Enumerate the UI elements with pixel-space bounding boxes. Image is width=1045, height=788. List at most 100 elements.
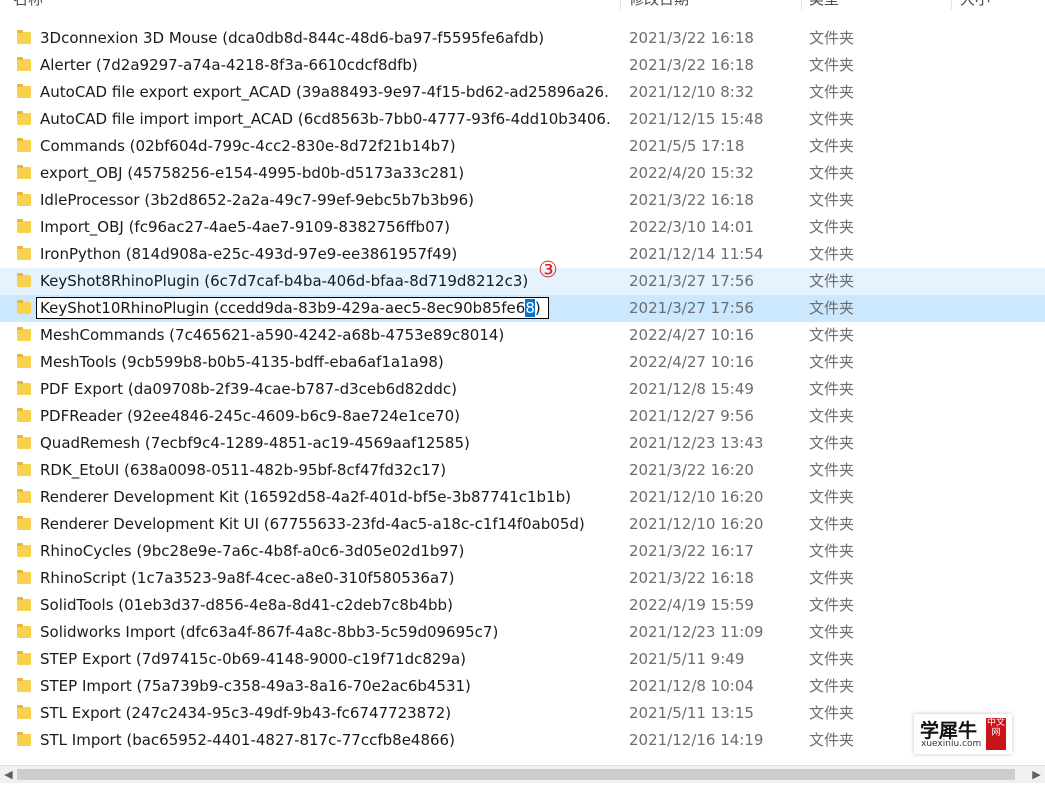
item-date: 2021/12/10 16:20 <box>629 488 764 506</box>
list-item[interactable]: MeshTools (9cb599b8-b0b5-4135-bdff-eba6a… <box>0 349 1045 376</box>
item-date: 2022/3/10 14:01 <box>629 218 754 236</box>
item-type: 文件夹 <box>809 677 855 695</box>
list-item[interactable]: IdleProcessor (3b2d8652-2a2a-49c7-99ef-9… <box>0 187 1045 214</box>
list-item[interactable]: 3Dconnexion 3D Mouse (dca0db8d-844c-48d6… <box>0 25 1045 52</box>
folder-icon <box>17 597 31 611</box>
list-item[interactable]: Alerter (7d2a9297-a74a-4218-8f3a-6610cdc… <box>0 52 1045 79</box>
list-item[interactable]: QuadRemesh (7ecbf9c4-1289-4851-ac19-4569… <box>0 430 1045 457</box>
list-item[interactable]: RhinoScript (1c7a3523-9a8f-4cec-a8e0-310… <box>0 565 1045 592</box>
folder-icon <box>17 138 31 152</box>
item-type: 文件夹 <box>809 353 855 371</box>
item-type: 文件夹 <box>809 407 855 425</box>
list-item[interactable]: STEP Import (75a739b9-c358-49a3-8a16-70e… <box>0 673 1045 700</box>
item-date: 2021/3/22 16:20 <box>629 461 754 479</box>
item-date: 2021/12/23 11:09 <box>629 623 764 641</box>
item-date: 2022/4/27 10:16 <box>629 326 754 344</box>
scrollbar-thumb[interactable] <box>17 769 1015 780</box>
list-item[interactable]: RhinoCycles (9bc28e9e-7a6c-4b8f-a0c6-3d0… <box>0 538 1045 565</box>
item-name: RDK_EtoUI (638a0098-0511-482b-95bf-8cf47… <box>40 461 447 479</box>
item-name: PDFReader (92ee4846-245c-4609-b6c9-8ae72… <box>40 407 460 425</box>
folder-icon <box>17 489 31 503</box>
folder-icon <box>17 246 31 260</box>
column-separator[interactable] <box>951 0 952 10</box>
item-type: 文件夹 <box>809 704 855 722</box>
folder-icon <box>17 651 31 665</box>
list-item[interactable]: MeshCommands (7c465621-a590-4242-a68b-47… <box>0 322 1045 349</box>
item-type: 文件夹 <box>809 299 855 317</box>
list-item[interactable]: AutoCAD file import import_ACAD (6cd8563… <box>0 106 1045 133</box>
chevron-right-icon[interactable]: ▶ <box>1028 766 1045 783</box>
rename-input[interactable]: KeyShot10RhinoPlugin (ccedd9da-83b9-429a… <box>36 297 549 319</box>
item-type: 文件夹 <box>809 326 855 344</box>
list-item[interactable]: export_OBJ (45758256-e154-4995-bd0b-d517… <box>0 160 1045 187</box>
folder-icon <box>17 570 31 584</box>
item-date: 2021/3/27 17:56 <box>629 299 754 317</box>
rename-text-end: ) <box>534 299 541 317</box>
item-date: 2021/12/10 8:32 <box>629 83 754 101</box>
item-name: Alerter (7d2a9297-a74a-4218-8f3a-6610cdc… <box>40 56 418 74</box>
list-item[interactable]: AutoCAD file export export_ACAD (39a8849… <box>0 79 1045 106</box>
item-type: 文件夹 <box>809 83 855 101</box>
item-type: 文件夹 <box>809 245 855 263</box>
item-name: Import_OBJ (fc96ac27-4ae5-4ae7-9109-8382… <box>40 218 451 236</box>
item-name: MeshCommands (7c465621-a590-4242-a68b-47… <box>40 326 505 344</box>
list-item[interactable]: SolidTools (01eb3d37-d856-4e8a-8d41-c2de… <box>0 592 1045 619</box>
list-item[interactable]: IronPython (814d908a-e25c-493d-97e9-ee38… <box>0 241 1045 268</box>
list-item[interactable]: KeyShot8RhinoPlugin (6c7d7caf-b4ba-406d-… <box>0 258 1045 295</box>
list-item[interactable]: RDK_EtoUI (638a0098-0511-482b-95bf-8cf47… <box>0 457 1045 484</box>
folder-icon <box>17 543 31 557</box>
item-date: 2021/12/14 11:54 <box>629 245 764 263</box>
horizontal-scrollbar[interactable]: ◀ ▶ <box>0 765 1045 783</box>
item-name: Renderer Development Kit UI (67755633-23… <box>40 515 585 533</box>
item-date: 2022/4/19 15:59 <box>629 596 754 614</box>
folder-icon <box>17 165 31 179</box>
item-name: STL Import (bac65952-4401-4827-817c-77cc… <box>40 731 455 749</box>
folder-icon <box>17 705 31 719</box>
list-item[interactable]: PDFReader (92ee4846-245c-4609-b6c9-8ae72… <box>0 403 1045 430</box>
item-date: 2021/12/15 15:48 <box>629 110 764 128</box>
item-type: 文件夹 <box>809 650 855 668</box>
step-annotation: ③ <box>538 258 558 283</box>
folder-icon <box>17 462 31 476</box>
folder-icon <box>17 84 31 98</box>
column-modified-header[interactable]: 修改日期 <box>629 0 689 10</box>
list-item[interactable]: Solidworks Import (dfc63a4f-867f-4a8c-8b… <box>0 619 1045 646</box>
item-name: AutoCAD file import import_ACAD (6cd8563… <box>40 110 610 128</box>
column-type-header[interactable]: 类型 <box>809 0 839 10</box>
item-name: IdleProcessor (3b2d8652-2a2a-49c7-99ef-9… <box>40 191 474 209</box>
list-item[interactable]: Renderer Development Kit UI (67755633-23… <box>0 511 1045 538</box>
folder-icon <box>17 219 31 233</box>
item-name: RhinoCycles (9bc28e9e-7a6c-4b8f-a0c6-3d0… <box>40 542 465 560</box>
item-type: 文件夹 <box>809 191 855 209</box>
folder-icon <box>17 732 31 746</box>
list-item[interactable]: PDF Export (da09708b-2f39-4cae-b787-d3ce… <box>0 376 1045 403</box>
item-date: 2021/5/5 17:18 <box>629 137 745 155</box>
rename-text: KeyShot10RhinoPlugin (ccedd9da-83b9-429a… <box>40 299 526 317</box>
item-name: export_OBJ (45758256-e154-4995-bd0b-d517… <box>40 164 465 182</box>
item-type: 文件夹 <box>809 164 855 182</box>
item-type: 文件夹 <box>809 380 855 398</box>
item-name: Commands (02bf604d-799c-4cc2-830e-8d72f2… <box>40 137 456 155</box>
list-item[interactable]: Renderer Development Kit (16592d58-4a2f-… <box>0 484 1045 511</box>
column-size-header[interactable]: 大小 <box>960 0 990 10</box>
item-name: 3Dconnexion 3D Mouse (dca0db8d-844c-48d6… <box>40 29 545 47</box>
folder-icon <box>17 111 31 125</box>
list-item[interactable]: STL Import (bac65952-4401-4827-817c-77cc… <box>0 727 1045 754</box>
item-type: 文件夹 <box>809 434 855 452</box>
chevron-left-icon[interactable]: ◀ <box>0 766 17 783</box>
list-item[interactable]: STL Export (247c2434-95c3-49df-9b43-fc67… <box>0 700 1045 727</box>
item-date: 2021/12/8 15:49 <box>629 380 754 398</box>
list-item[interactable]: Commands (02bf604d-799c-4cc2-830e-8d72f2… <box>0 133 1045 160</box>
column-separator[interactable] <box>620 0 621 10</box>
list-item[interactable]: Import_OBJ (fc96ac27-4ae5-4ae7-9109-8382… <box>0 214 1045 241</box>
item-date: 2021/3/27 17:56 <box>629 272 754 290</box>
item-name: SolidTools (01eb3d37-d856-4e8a-8d41-c2de… <box>40 596 453 614</box>
list-item[interactable]: KeyShot10RhinoPlugin (ccedd9da-83b9-429a… <box>0 295 1045 322</box>
item-date: 2021/3/22 16:17 <box>629 542 754 560</box>
column-name-header[interactable]: 名称 <box>13 0 43 10</box>
file-list: 3Dconnexion 3D Mouse (dca0db8d-844c-48d6… <box>0 25 1045 754</box>
list-item[interactable]: STEP Export (7d97415c-0b69-4148-9000-c19… <box>0 646 1045 673</box>
folder-icon <box>17 435 31 449</box>
item-name: KeyShot8RhinoPlugin (6c7d7caf-b4ba-406d-… <box>40 272 529 290</box>
column-separator[interactable] <box>801 0 802 10</box>
